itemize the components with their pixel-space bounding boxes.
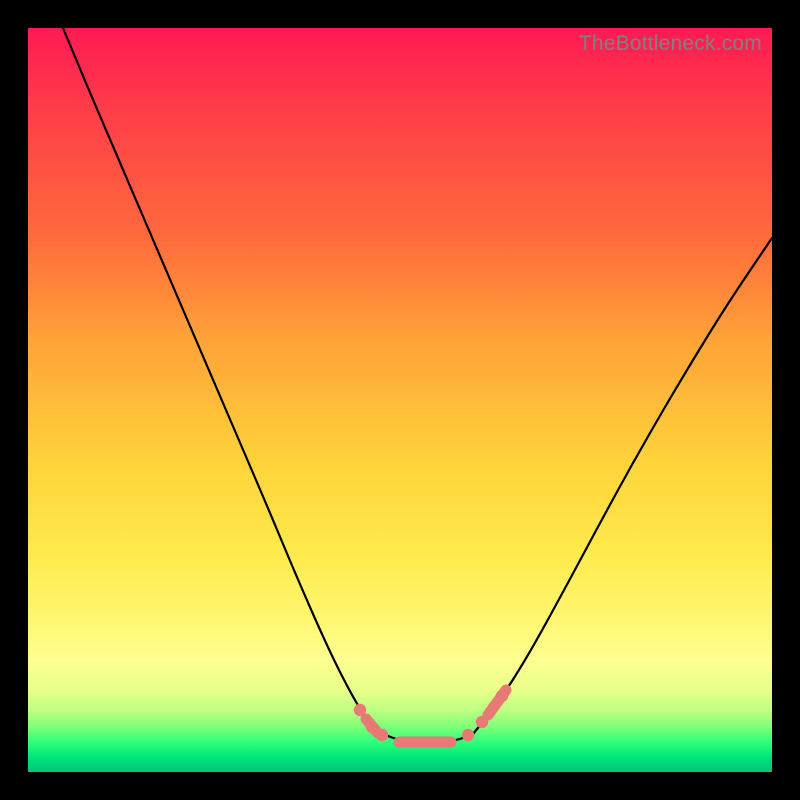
bottleneck-curve bbox=[28, 28, 772, 772]
chart-frame: TheBottleneck.com bbox=[0, 0, 800, 800]
highlight-dot bbox=[462, 729, 474, 741]
highlight-dot bbox=[366, 721, 378, 733]
highlight-dot bbox=[376, 729, 388, 741]
highlight-dot bbox=[354, 704, 366, 716]
curve-left-branch bbox=[63, 28, 378, 732]
highlight-dot bbox=[496, 690, 508, 702]
plot-area: TheBottleneck.com bbox=[28, 28, 772, 772]
highlight-dot bbox=[476, 716, 488, 728]
curve-right-branch bbox=[473, 238, 772, 734]
